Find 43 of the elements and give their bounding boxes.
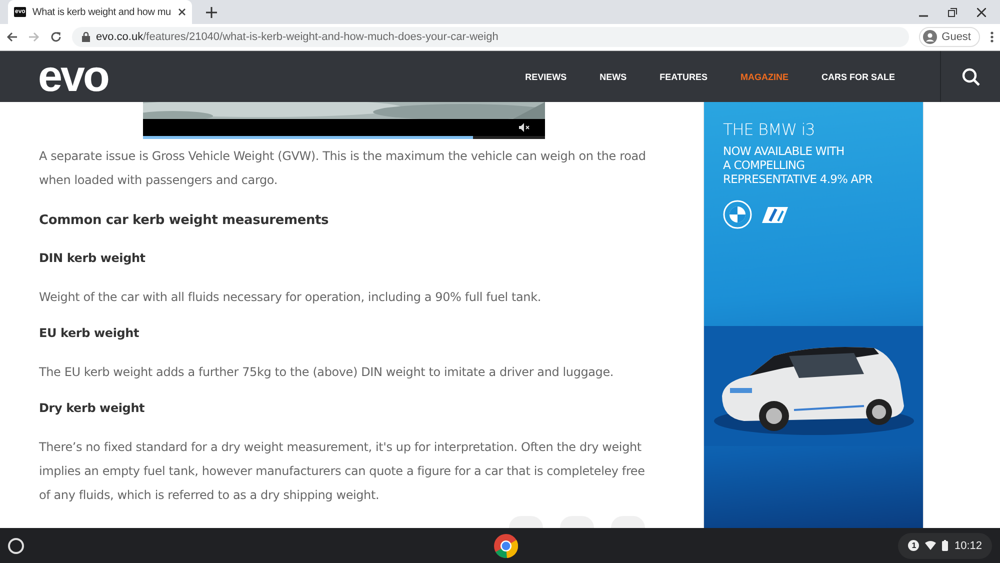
subheading: EU kerb weight <box>39 325 140 342</box>
ad-text: A COMPELLING <box>723 158 806 172</box>
browser-app-icon[interactable] <box>494 534 518 558</box>
reload-icon[interactable] <box>50 31 62 43</box>
paragraph: The EU kerb weight adds a further 75kg to the (above) DIN weight to imitate a driver and luggage. <box>39 364 615 381</box>
wifi-icon <box>925 541 936 550</box>
progress-track[interactable] <box>143 136 545 139</box>
status-tray[interactable]: 1 10:12 <box>898 532 992 558</box>
new-tab-icon[interactable] <box>206 7 217 18</box>
menu-icon[interactable] <box>990 31 994 43</box>
close-icon[interactable] <box>977 8 986 17</box>
paragraph: Weight of the car with all fluids necessary for operation, including a 90% full fuel tank. <box>39 289 542 306</box>
address-bar[interactable]: evo.co.uk/features/21040/what-is-kerb-weight-and-how-much-does-your-car-weigh <box>72 27 909 47</box>
launcher-button[interactable] <box>8 538 24 554</box>
profile-button[interactable]: Guest <box>918 27 980 47</box>
back-icon[interactable] <box>6 31 18 43</box>
slash-logo-icon <box>762 206 788 222</box>
paragraph: A separate issue is Gross Vehicle Weight (GVW). This is the maximum the vehicle can weigh on the road when loaded with passengers and cargo. <box>39 148 647 189</box>
url-text: evo.co.uk/features/21040/what-is-kerb-weight-and-how-much-does-your-car-weigh <box>96 31 498 43</box>
paragraph: There’s no fixed standard for a dry weight measurement, it's up for interpretation. Often the dry weight implies an empty fuel tank, however manufacturers can quote a figure for a car that is completeley free of any fluids, which is referred to as a dry shipping weight. <box>39 439 646 504</box>
close-icon[interactable] <box>178 8 186 16</box>
nav-link[interactable]: FEATURES <box>660 72 708 82</box>
lock-icon <box>82 32 90 42</box>
tab-title: What is kerb weight and how mu <box>32 6 172 18</box>
notification-badge: 1 <box>908 540 920 551</box>
subheading: Dry kerb weight <box>39 400 146 417</box>
muted-speaker-icon[interactable] <box>519 123 531 132</box>
subheading: DIN kerb weight <box>39 250 146 267</box>
avatar-icon <box>922 30 937 44</box>
ad-title: THE BMW i3 <box>723 120 816 139</box>
nav-link[interactable]: NEWS <box>600 72 627 82</box>
nav-link[interactable]: CARS FOR SALE <box>821 72 895 82</box>
site-logo[interactable]: evo <box>38 52 108 100</box>
search-icon <box>962 68 980 86</box>
nav-link[interactable]: REVIEWS <box>525 72 567 82</box>
ad-text: NOW AVAILABLE WITH <box>723 144 846 158</box>
ad-text: REPRESENTATIVE 4.9% APR <box>723 172 874 186</box>
restore-icon[interactable] <box>948 8 957 17</box>
nav-link[interactable]: MAGAZINE <box>740 72 788 82</box>
roundel-logo-icon <box>723 200 752 229</box>
section-heading: Common car kerb weight measurements <box>39 212 330 230</box>
clock-text: 10:12 <box>954 540 982 552</box>
battery-icon <box>942 540 948 551</box>
